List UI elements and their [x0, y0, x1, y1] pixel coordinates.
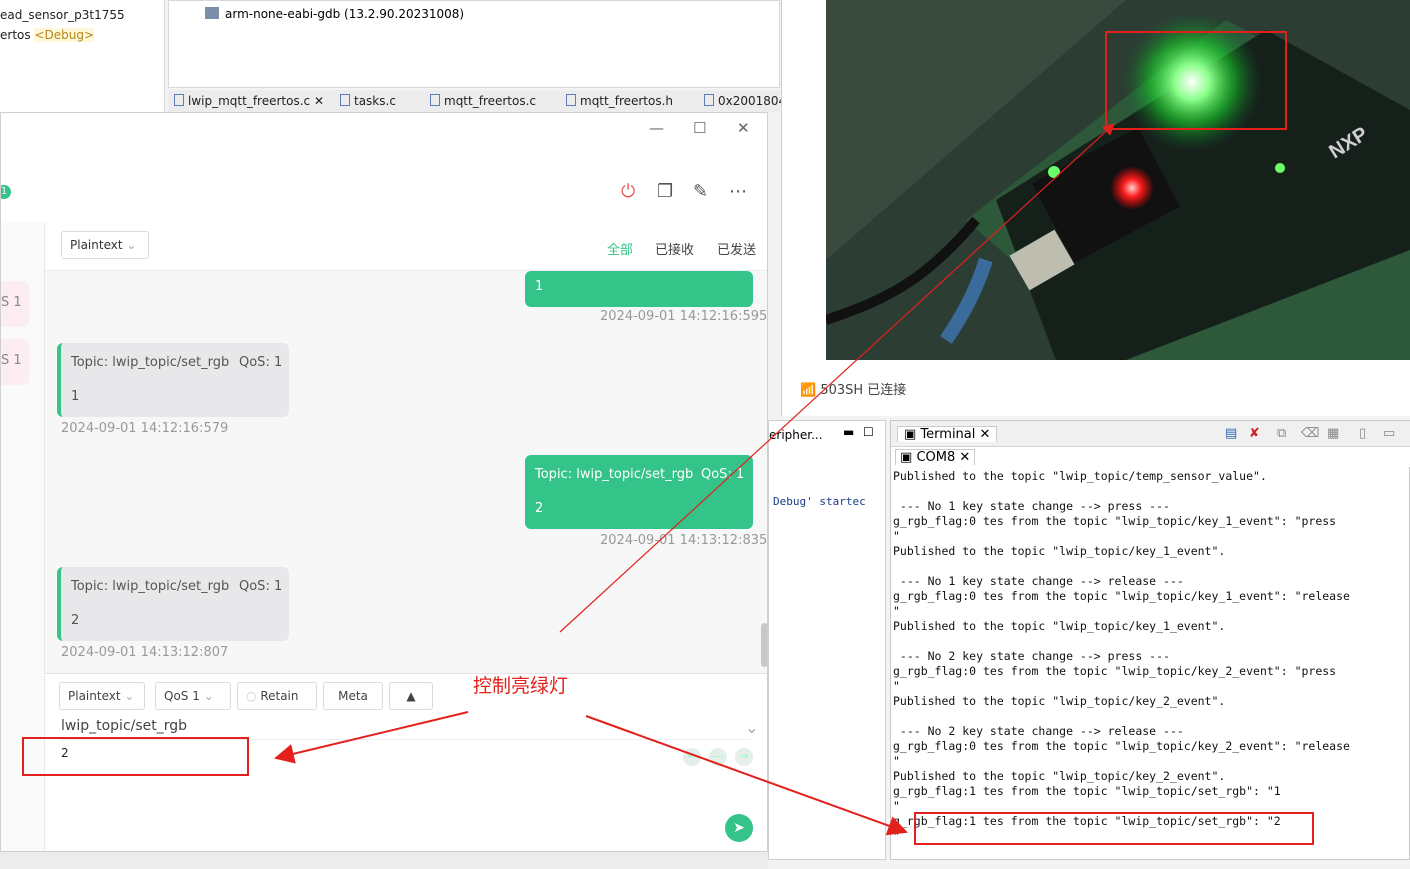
arrow-to-led [559, 123, 1115, 633]
arrow-to-payload [274, 711, 469, 764]
arrow-to-terminal [585, 715, 908, 836]
annotation-arrows [274, 123, 1115, 836]
